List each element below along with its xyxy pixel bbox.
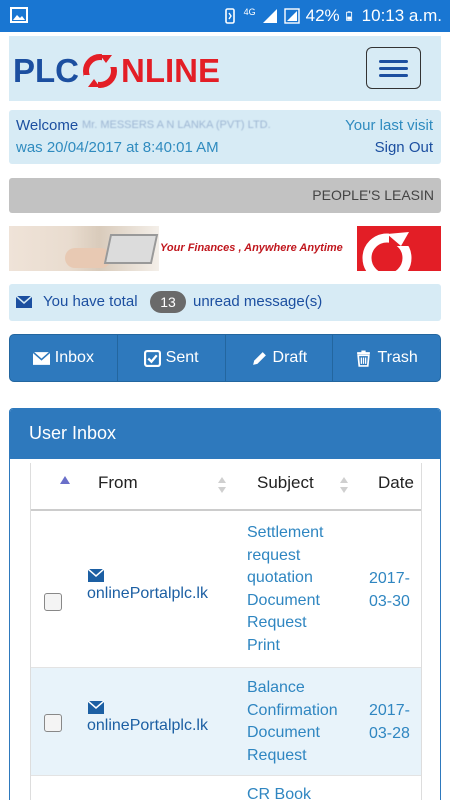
network-type: 4G <box>243 7 256 17</box>
sort-asc-icon[interactable] <box>59 475 71 485</box>
app-header: PLC NLINE <box>9 36 441 101</box>
date-cell: 2017- 03-28 <box>369 700 421 745</box>
hamburger-icon-line <box>379 67 408 70</box>
panel-title: User Inbox <box>10 409 440 459</box>
inbox-button[interactable]: Inbox <box>10 335 118 381</box>
news-marquee: PEOPLE'S LEASIN <box>9 178 441 213</box>
date-line: 2017- <box>369 702 410 719</box>
last-visit-date: was 20/04/2017 at 8:40:01 AM <box>16 139 219 156</box>
from-cell: onlinePortalplc.lk <box>87 701 208 738</box>
table-row[interactable]: CR Book <box>31 776 421 800</box>
subject-line: Balance <box>247 679 305 696</box>
trash-button[interactable]: Trash <box>333 335 440 381</box>
envelope-icon <box>88 569 104 582</box>
sort-icon[interactable] <box>339 475 349 495</box>
inbox-label: Inbox <box>54 349 94 366</box>
vibrate-icon <box>224 8 235 24</box>
table-row[interactable]: onlinePortalplc.lk Balance Confirmation … <box>31 668 421 776</box>
column-from[interactable]: From <box>98 473 138 493</box>
subject-cell[interactable]: Settlement request quotation Document Re… <box>247 522 359 657</box>
from-cell: onlinePortalplc.lk <box>87 569 208 606</box>
subject-line: Request <box>247 614 307 631</box>
sign-out-link[interactable]: Sign Out <box>375 139 433 156</box>
marquee-text: PEOPLE'S LEASIN <box>312 187 434 203</box>
sort-icon[interactable] <box>217 475 227 495</box>
plc-online-logo[interactable]: PLC NLINE <box>13 51 220 91</box>
subject-line: request <box>247 546 301 564</box>
subject-line: Settlement <box>247 524 324 541</box>
status-bar: 4G 42% 10:13 a.m. <box>0 0 450 32</box>
subject-line: quotation <box>247 569 313 586</box>
column-subject[interactable]: Subject <box>257 473 314 493</box>
subject-line: Document <box>247 724 320 741</box>
date-line: 03-28 <box>369 724 410 742</box>
image-notification-icon <box>10 7 28 23</box>
envelope-icon <box>32 351 50 365</box>
sender-email[interactable]: onlinePortalplc.lk <box>87 717 208 734</box>
welcome-box: Welcome Mr. MESSERS A N LANKA (PVT) LTD.… <box>9 110 441 164</box>
sent-button[interactable]: Sent <box>118 335 226 381</box>
subject-line: Print <box>247 636 280 654</box>
check-square-icon <box>143 349 161 367</box>
hamburger-icon <box>379 60 408 63</box>
date-line: 03-30 <box>369 592 410 610</box>
subject-line: CR Book <box>247 786 312 800</box>
user-name: Mr. MESSERS A N LANKA (PVT) LTD. <box>82 119 271 131</box>
promo-banner: Your Finances , Anywhere Anytime <box>9 226 441 271</box>
unread-count-badge: 13 <box>150 291 186 313</box>
envelope-icon <box>16 295 32 308</box>
hamburger-menu-button[interactable] <box>366 47 421 89</box>
last-visit-label: Your last visit <box>345 117 433 134</box>
battery-percent: 42% <box>305 6 340 25</box>
sender-email[interactable]: onlinePortalplc.lk <box>87 585 208 602</box>
trash-icon <box>357 350 371 367</box>
column-date[interactable]: Date <box>378 473 414 493</box>
date-cell: 2017- 03-30 <box>369 568 421 613</box>
sent-label: Sent <box>165 349 199 366</box>
subject-cell[interactable]: Balance Confirmation Document Request <box>247 677 359 767</box>
hamburger-icon-line <box>379 74 408 77</box>
pencil-icon <box>252 351 266 365</box>
signal-icon-2 <box>283 8 300 24</box>
subject-line: Confirmation <box>247 701 338 719</box>
banner-logo-block <box>357 226 441 271</box>
battery-icon <box>345 11 352 21</box>
inbox-table[interactable]: From Subject Date onlinePortalplc.lk Set… <box>30 463 422 800</box>
unread-notice: You have total 13 unread message(s) <box>9 284 441 321</box>
draft-button[interactable]: Draft <box>226 335 334 381</box>
welcome-label: Welcome <box>16 117 79 134</box>
logo-swirl-icon <box>362 226 419 271</box>
row-checkbox[interactable] <box>44 593 62 611</box>
logo-text-left: PLC <box>13 52 79 89</box>
table-row[interactable]: onlinePortalplc.lk Settlement request qu… <box>31 513 421 668</box>
laptop-icon <box>103 234 159 264</box>
trash-label: Trash <box>377 349 418 366</box>
folder-button-group: Inbox Sent Draft Trash <box>9 334 441 382</box>
date-line: 2017- <box>369 570 410 587</box>
table-header: From Subject Date <box>31 463 421 511</box>
user-inbox-panel: User Inbox From Subject Date onlinePorta… <box>9 408 441 800</box>
row-checkbox[interactable] <box>44 714 62 732</box>
clock: 10:13 a.m. <box>361 6 442 25</box>
signal-icon <box>262 9 277 23</box>
subject-line: Document <box>247 591 320 609</box>
banner-tagline: Your Finances , Anywhere Anytime <box>160 242 343 254</box>
envelope-icon <box>88 701 104 714</box>
logo-text-right: NLINE <box>121 52 220 89</box>
notice-suffix: unread message(s) <box>193 293 323 310</box>
subject-line: Request <box>247 746 307 764</box>
logo-swirl-icon <box>83 53 118 89</box>
subject-cell[interactable]: CR Book <box>247 784 359 800</box>
draft-label: Draft <box>272 349 308 366</box>
notice-prefix: You have total <box>43 293 138 310</box>
